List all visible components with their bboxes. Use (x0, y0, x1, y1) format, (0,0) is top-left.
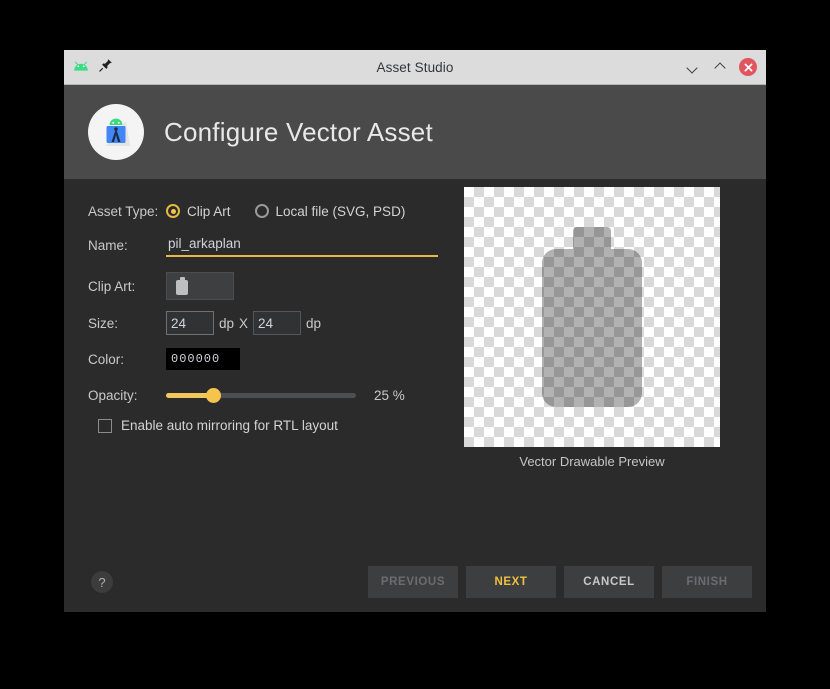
radio-local-file-label: Local file (SVG, PSD) (276, 204, 406, 219)
clip-art-label: Clip Art: (88, 279, 166, 294)
next-button[interactable]: NEXT (466, 566, 556, 598)
color-label: Color: (88, 352, 166, 367)
previous-button[interactable]: PREVIOUS (368, 566, 458, 598)
size-label: Size: (88, 316, 166, 331)
window-titlebar: Asset Studio (64, 50, 766, 85)
opacity-slider-knob[interactable] (206, 388, 221, 403)
chevron-up-icon (715, 62, 726, 73)
android-studio-icon (88, 104, 144, 160)
rtl-mirroring-checkbox[interactable] (98, 419, 112, 433)
finish-button[interactable]: FINISH (662, 566, 752, 598)
dialog-body: Asset Type: Clip Art Local file (SVG, PS… (64, 179, 766, 612)
opacity-row: Opacity: 25 % (88, 382, 458, 408)
footer-buttons: PREVIOUS NEXT CANCEL FINISH (368, 566, 752, 598)
opacity-slider[interactable] (166, 387, 356, 403)
dialog-header: Configure Vector Asset (64, 85, 766, 179)
preview-label: Vector Drawable Preview (464, 454, 720, 467)
size-width-unit: dp (219, 316, 234, 331)
clip-art-row: Clip Art: (88, 272, 458, 300)
pin-icon[interactable] (99, 58, 113, 77)
name-input[interactable] (166, 234, 438, 257)
rtl-mirroring-row[interactable]: Enable auto mirroring for RTL layout (98, 418, 458, 433)
rtl-mirroring-label: Enable auto mirroring for RTL layout (121, 418, 338, 433)
window-controls (683, 58, 766, 76)
size-row: Size: dp X dp (88, 310, 458, 336)
name-row: Name: (88, 232, 458, 258)
maximize-button[interactable] (711, 58, 729, 76)
color-input[interactable] (166, 348, 240, 370)
radio-local-file[interactable]: Local file (SVG, PSD) (255, 204, 406, 219)
clip-art-picker-button[interactable] (166, 272, 234, 300)
size-width-input[interactable] (166, 311, 214, 335)
preview-canvas (464, 187, 720, 447)
radio-clip-art[interactable]: Clip Art (166, 204, 231, 219)
dialog-footer: ? PREVIOUS NEXT CANCEL FINISH (64, 552, 766, 612)
titlebar-left-icons (64, 58, 113, 77)
asset-type-label: Asset Type: (88, 204, 166, 219)
asset-studio-window: Asset Studio (64, 50, 766, 612)
preview-panel: Vector Drawable Preview (464, 187, 722, 472)
size-separator: X (239, 316, 248, 331)
radio-local-file-indicator (255, 204, 269, 218)
page-title: Configure Vector Asset (164, 117, 433, 148)
radio-clip-art-label: Clip Art (187, 204, 231, 219)
color-row: Color: (88, 346, 458, 372)
opacity-value: 25 % (374, 388, 405, 403)
android-robot-icon (73, 58, 89, 76)
screen: Asset Studio (0, 0, 830, 689)
minimize-button[interactable] (683, 58, 701, 76)
close-icon (744, 63, 753, 72)
opacity-label: Opacity: (88, 388, 166, 403)
help-button[interactable]: ? (91, 571, 113, 593)
close-button[interactable] (739, 58, 757, 76)
config-form: Asset Type: Clip Art Local file (SVG, PS… (88, 198, 458, 433)
window-title: Asset Studio (64, 60, 766, 75)
radio-clip-art-indicator (166, 204, 180, 218)
asset-type-row: Asset Type: Clip Art Local file (SVG, PS… (88, 198, 458, 224)
battery-icon (176, 277, 188, 295)
preview-battery-icon (542, 227, 642, 407)
size-height-input[interactable] (253, 311, 301, 335)
cancel-button[interactable]: CANCEL (564, 566, 654, 598)
name-label: Name: (88, 238, 166, 253)
chevron-down-icon (687, 62, 698, 73)
size-height-unit: dp (306, 316, 321, 331)
